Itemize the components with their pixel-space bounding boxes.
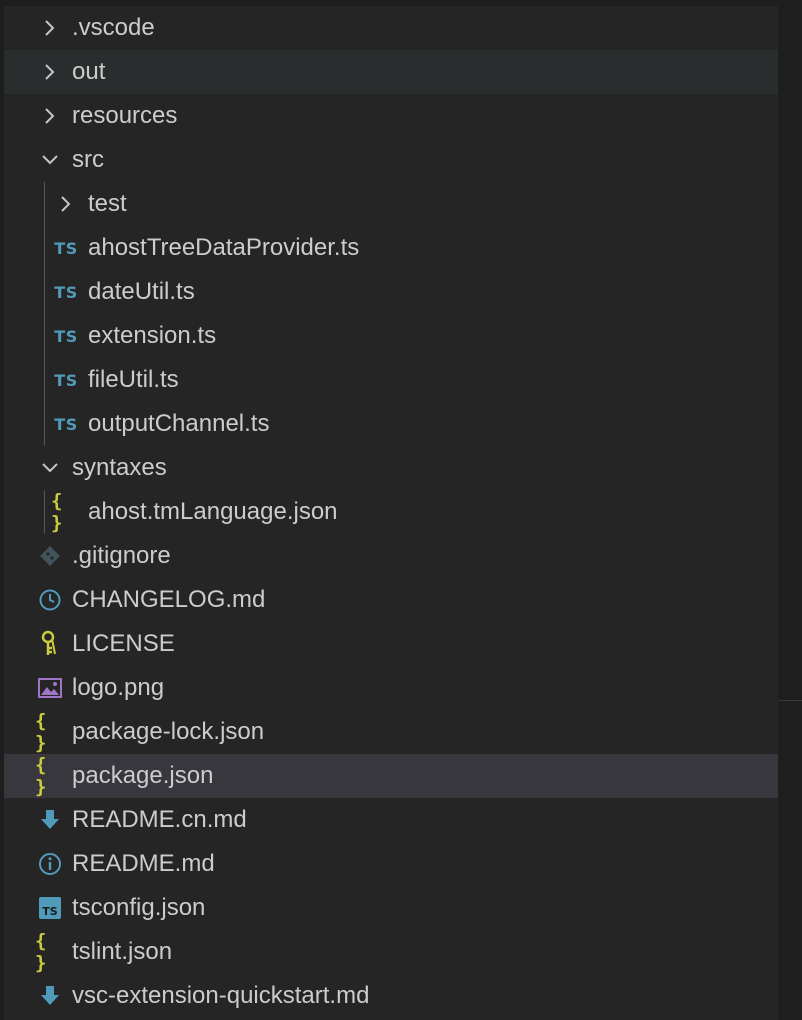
svg-text:TS: TS (42, 905, 58, 918)
tree-item-label: extension.ts (88, 322, 217, 349)
tree-item-label: CHANGELOG.md (72, 586, 266, 613)
tree-item-label: syntaxes (72, 454, 167, 481)
tree-file-package-lock-json[interactable]: { } package-lock.json (4, 710, 778, 754)
json-icon: { } (35, 930, 48, 974)
tree-folder-syntaxes[interactable]: syntaxes (4, 446, 778, 490)
chevron-right-icon (51, 182, 81, 226)
tree-file-dateutil-ts[interactable]: TS dateUtil.ts (4, 270, 778, 314)
tree-file-extension-ts[interactable]: TS extension.ts (4, 314, 778, 358)
tree-item-label: out (72, 58, 106, 85)
tree-file-license[interactable]: LICENSE (4, 622, 778, 666)
tree-item-label: .vscode (72, 14, 155, 41)
tree-item-label: src (72, 146, 104, 173)
tree-file-fileutil-ts[interactable]: TS fileUtil.ts (4, 358, 778, 402)
tree-file-ahosttreedataprovider-ts[interactable]: TS ahostTreeDataProvider.ts (4, 226, 778, 270)
tree-item-label: dateUtil.ts (88, 278, 195, 305)
tree-folder-resources[interactable]: resources (4, 94, 778, 138)
typescript-icon: TS (54, 326, 78, 346)
tree-item-label: .gitignore (72, 542, 171, 569)
tree-file-package-json[interactable]: { } package.json (4, 754, 778, 798)
tree-file-vsc-extension-quickstart-md[interactable]: vsc-extension-quickstart.md (4, 974, 778, 1018)
tree-item-label: package.json (72, 762, 214, 789)
clock-icon (35, 578, 65, 622)
tree-file-tsconfig-json[interactable]: TS tsconfig.json (4, 886, 778, 930)
typescript-icon: TS (54, 370, 78, 390)
tree-item-label: vsc-extension-quickstart.md (72, 982, 370, 1009)
tree-item-label: README.cn.md (72, 806, 247, 833)
tree-file-readme-md[interactable]: README.md (4, 842, 778, 886)
chevron-down-icon (35, 138, 65, 182)
tree-file-logo-png[interactable]: logo.png (4, 666, 778, 710)
chevron-right-icon (35, 94, 65, 138)
editor-gutter (778, 6, 802, 1020)
typescript-icon: TS (54, 414, 78, 434)
tree-item-label: outputChannel.ts (88, 410, 270, 437)
json-icon: { } (35, 754, 48, 798)
tree-item-label: resources (72, 102, 178, 129)
tree-file-readme-cn-md[interactable]: README.cn.md (4, 798, 778, 842)
image-icon (35, 666, 65, 710)
tree-item-label: tsconfig.json (72, 894, 206, 921)
tree-folder-test[interactable]: test (4, 182, 778, 226)
json-icon: { } (51, 490, 64, 534)
tree-item-label: README.md (72, 850, 215, 877)
tree-item-label: test (88, 190, 127, 217)
tree-item-label: tslint.json (72, 938, 173, 965)
tree-folder-vscode[interactable]: .vscode (4, 6, 778, 50)
chevron-right-icon (35, 6, 65, 50)
file-explorer-tree: .vscode out resources src test TS ahostTreeDat… (4, 6, 778, 1020)
tree-file-outputchannel-ts[interactable]: TS outputChannel.ts (4, 402, 778, 446)
tree-item-label: ahost.tmLanguage.json (88, 498, 338, 525)
download-arrow-icon (35, 798, 65, 842)
tree-item-label: fileUtil.ts (88, 366, 179, 393)
tsconfig-icon: TS (35, 886, 65, 930)
tree-item-label: ahostTreeDataProvider.ts (88, 234, 360, 261)
tree-file-gitignore[interactable]: .gitignore (4, 534, 778, 578)
license-key-icon (35, 622, 65, 666)
tree-file-tslint-json[interactable]: { } tslint.json (4, 930, 778, 974)
tree-folder-src[interactable]: src (4, 138, 778, 182)
download-arrow-icon (35, 974, 65, 1018)
tree-file-ahost-tmlanguage-json[interactable]: { } ahost.tmLanguage.json (4, 490, 778, 534)
gutter-divider (778, 700, 802, 701)
tree-item-label: LICENSE (72, 630, 175, 657)
info-icon (35, 842, 65, 886)
typescript-icon: TS (54, 238, 78, 258)
tree-file-changelog-md[interactable]: CHANGELOG.md (4, 578, 778, 622)
typescript-icon: TS (54, 282, 78, 302)
json-icon: { } (35, 710, 48, 754)
tree-folder-out[interactable]: out (4, 50, 778, 94)
tree-item-label: logo.png (72, 674, 165, 701)
chevron-right-icon (35, 50, 65, 94)
git-icon (35, 534, 65, 578)
tree-item-label: package-lock.json (72, 718, 265, 745)
chevron-down-icon (35, 446, 65, 490)
